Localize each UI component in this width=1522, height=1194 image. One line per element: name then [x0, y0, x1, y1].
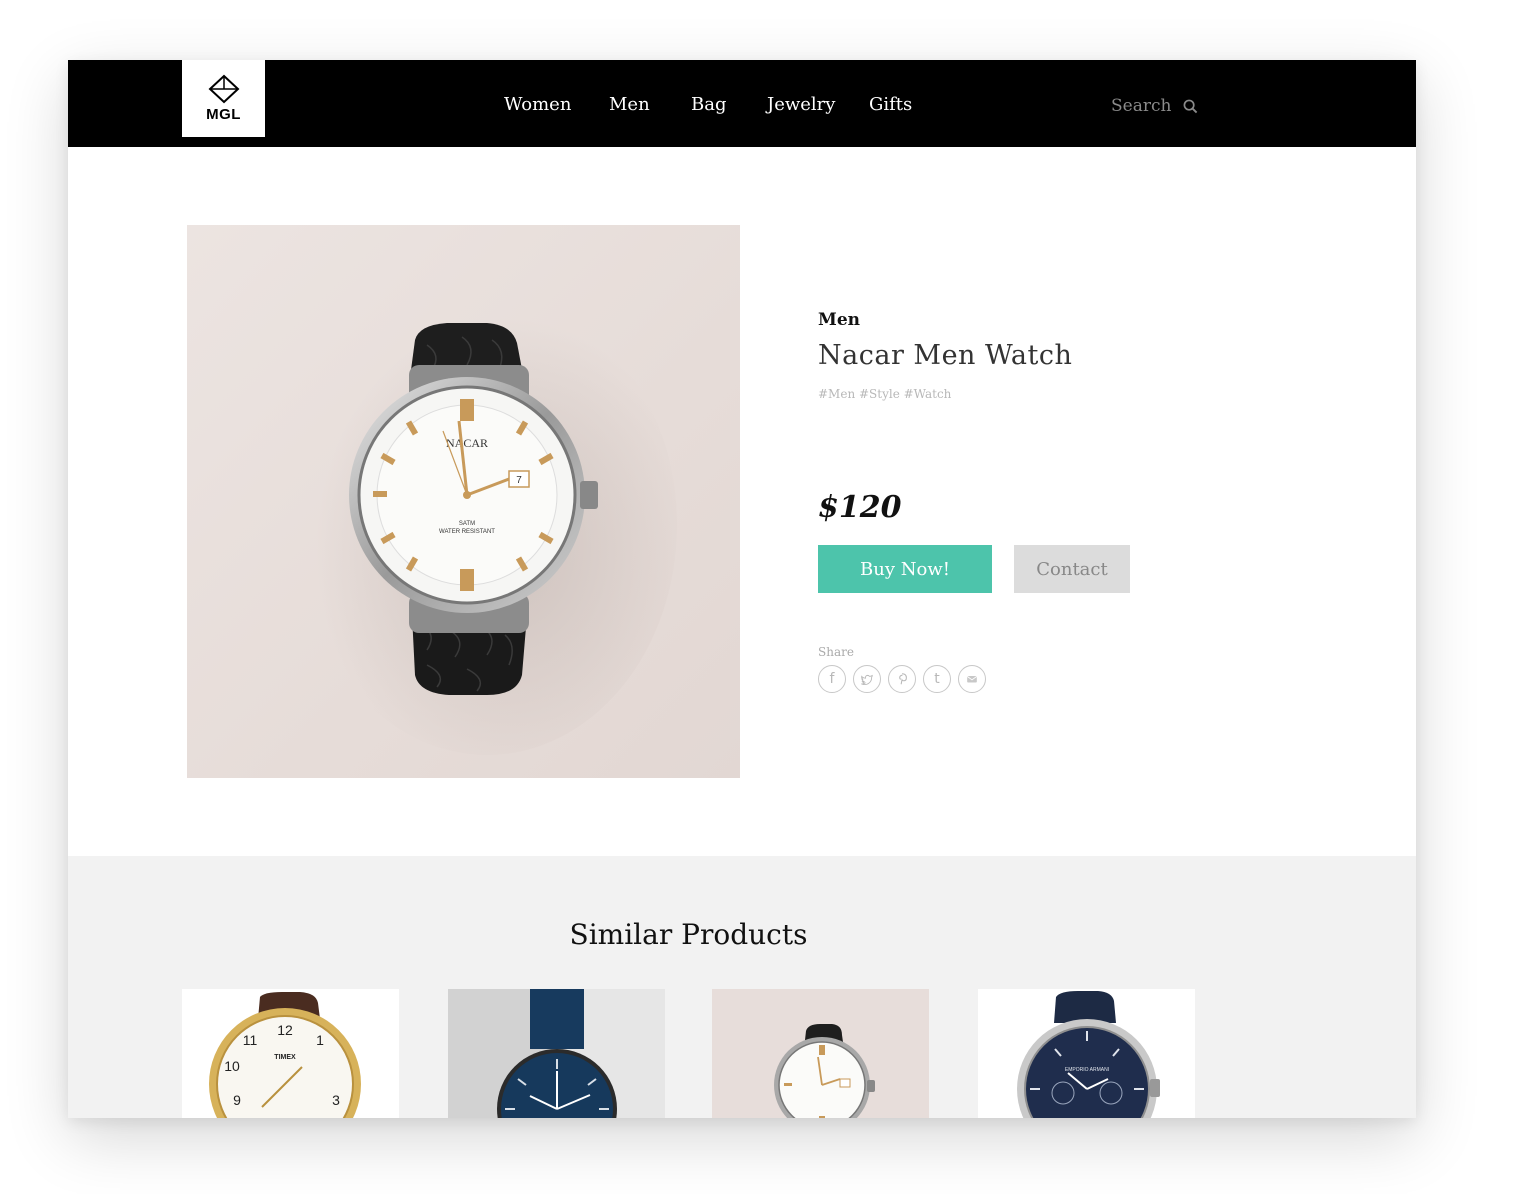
- product-price: $120: [818, 490, 902, 525]
- similar-product-card-navy[interactable]: [448, 989, 665, 1118]
- nav-item-gifts[interactable]: Gifts: [869, 94, 912, 115]
- logo[interactable]: MGL: [182, 60, 265, 137]
- similar-product-card-armani[interactable]: EMPORIO ARMANI: [978, 989, 1195, 1118]
- site-header: MGL Women Men Bag Jewelry Gifts: [68, 60, 1416, 147]
- watch-image: NACAR SATM WATER RESISTANT 7: [297, 295, 677, 755]
- svg-text:WATER RESISTANT: WATER RESISTANT: [439, 529, 495, 535]
- search-icon[interactable]: [1183, 99, 1198, 114]
- logo-text: MGL: [206, 106, 241, 123]
- search-box: [1111, 96, 1198, 116]
- pinterest-icon[interactable]: [888, 665, 916, 693]
- similar-product-card-timex[interactable]: 12 11 1 10 3 9 TIMEX: [182, 989, 399, 1118]
- product-title: Nacar Men Watch: [818, 340, 1073, 371]
- svg-text:3: 3: [332, 1092, 340, 1108]
- search-input[interactable]: [1111, 96, 1173, 116]
- twitter-icon[interactable]: [853, 665, 881, 693]
- mail-icon[interactable]: [958, 665, 986, 693]
- contact-button[interactable]: Contact: [1014, 545, 1130, 593]
- product-image: NACAR SATM WATER RESISTANT 7: [187, 225, 740, 778]
- svg-text:NACAR: NACAR: [446, 436, 488, 450]
- svg-text:12: 12: [277, 1022, 293, 1038]
- svg-text:EMPORIO ARMANI: EMPORIO ARMANI: [1065, 1067, 1109, 1073]
- nav-item-women[interactable]: Women: [504, 94, 571, 115]
- nav-item-jewelry[interactable]: Jewelry: [767, 94, 835, 115]
- timex-watch-image: 1211 1 1039 TIMEX: [182, 989, 399, 1118]
- product-info: Men Nacar Men Watch #Men #Style #Watch $…: [818, 310, 1318, 693]
- nav-item-men[interactable]: Men: [609, 94, 650, 115]
- action-buttons: Buy Now! Contact: [818, 545, 1130, 593]
- share-label: Share: [818, 645, 854, 659]
- svg-text:10: 10: [224, 1058, 240, 1074]
- buy-now-button[interactable]: Buy Now!: [818, 545, 992, 593]
- facebook-icon[interactable]: f: [818, 665, 846, 693]
- tumblr-icon[interactable]: t: [923, 665, 951, 693]
- similar-products-section: Similar Products 12 11 1 10 3 9 TIMEX EM…: [68, 856, 1416, 1118]
- similar-product-card-nacar[interactable]: [712, 989, 929, 1118]
- armani-chrono-watch-image: EMPORIO ARMANI: [978, 989, 1195, 1118]
- svg-text:7: 7: [516, 475, 522, 486]
- share-section: Share f t: [818, 645, 986, 693]
- nav-item-bag[interactable]: Bag: [691, 94, 726, 115]
- diamond-logo-icon: [208, 74, 239, 104]
- product-category: Men: [818, 310, 860, 330]
- similar-products-title: Similar Products: [569, 918, 808, 951]
- share-icons: f t: [818, 665, 986, 693]
- svg-text:SATM: SATM: [459, 521, 475, 527]
- navy-minimal-watch-image: [448, 989, 665, 1118]
- svg-text:11: 11: [243, 1032, 258, 1048]
- svg-text:TIMEX: TIMEX: [274, 1054, 296, 1061]
- nacar-watch-image: [712, 989, 929, 1118]
- product-tags: #Men #Style #Watch: [818, 387, 952, 401]
- svg-text:9: 9: [233, 1092, 241, 1108]
- svg-text:1: 1: [316, 1032, 324, 1048]
- page-frame: MGL Women Men Bag Jewelry Gifts Search N…: [68, 60, 1416, 1118]
